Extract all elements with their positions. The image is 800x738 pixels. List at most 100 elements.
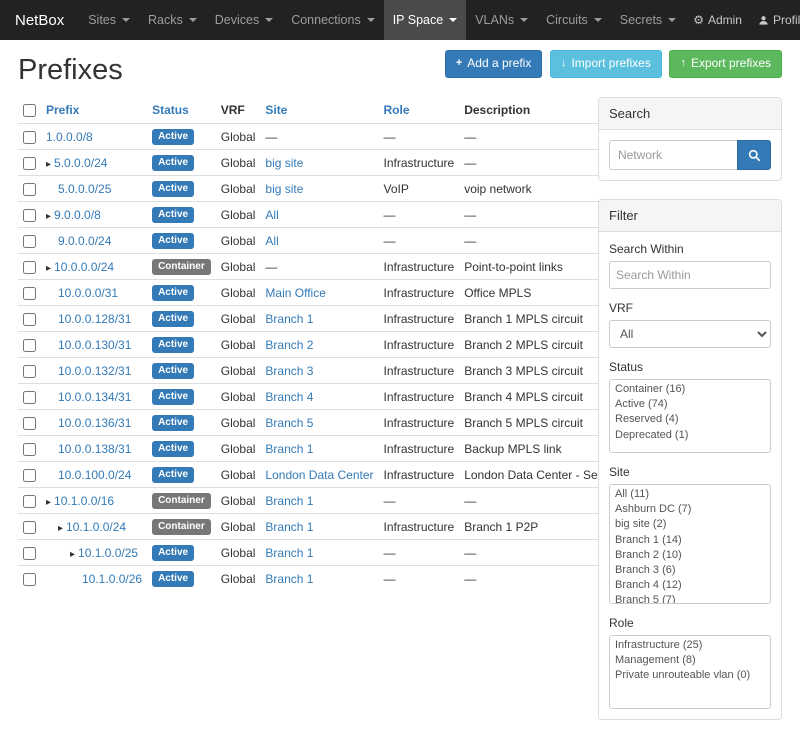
site-link[interactable]: Branch 1 — [265, 546, 313, 560]
prefix-link[interactable]: 10.0.100.0/24 — [58, 468, 131, 482]
row-checkbox[interactable] — [23, 495, 36, 508]
row-checkbox[interactable] — [23, 521, 36, 534]
row-checkbox[interactable] — [23, 469, 36, 482]
option-all-11-[interactable]: All (11) — [612, 487, 768, 502]
row-checkbox[interactable] — [23, 547, 36, 560]
option-ashburn-dc-7-[interactable]: Ashburn DC (7) — [612, 502, 768, 517]
expand-arrow-icon[interactable]: ▸ — [46, 211, 51, 222]
prefix-link[interactable]: 10.1.0.0/24 — [66, 520, 126, 534]
site-link[interactable]: All — [265, 234, 278, 248]
search-within-input[interactable] — [609, 261, 771, 289]
prefix-link[interactable]: 5.0.0.0/25 — [58, 182, 111, 196]
sort-link-prefix[interactable]: Prefix — [46, 103, 79, 117]
option-infrastructure-25-[interactable]: Infrastructure (25) — [612, 638, 768, 653]
expand-arrow-icon[interactable]: ▸ — [46, 497, 51, 508]
search-button[interactable] — [737, 140, 771, 170]
row-checkbox[interactable] — [23, 443, 36, 456]
row-checkbox[interactable] — [23, 157, 36, 170]
site-link[interactable]: Branch 1 — [265, 312, 313, 326]
row-checkbox[interactable] — [23, 131, 36, 144]
import-prefixes-button[interactable]: ↓ Import prefixes — [550, 50, 662, 78]
option-branch-3-6-[interactable]: Branch 3 (6) — [612, 563, 768, 578]
select-all-checkbox[interactable] — [23, 104, 36, 117]
sort-link-role[interactable]: Role — [384, 103, 410, 117]
row-checkbox[interactable] — [23, 209, 36, 222]
site-link[interactable]: Branch 1 — [265, 520, 313, 534]
column-header-site: Site — [260, 97, 378, 124]
role-multiselect[interactable]: Infrastructure (25)Management (8)Private… — [609, 635, 771, 709]
nav-item-devices[interactable]: Devices — [206, 0, 282, 40]
row-checkbox[interactable] — [23, 365, 36, 378]
site-multiselect[interactable]: All (11)Ashburn DC (7)big site (2)Branch… — [609, 484, 771, 604]
site-link[interactable]: Main Office — [265, 286, 325, 300]
prefix-link[interactable]: 10.1.0.0/16 — [54, 494, 114, 508]
site-link[interactable]: Branch 4 — [265, 390, 313, 404]
site-link[interactable]: Branch 5 — [265, 416, 313, 430]
search-input[interactable] — [609, 140, 737, 170]
app-logo[interactable]: NetBox — [0, 0, 79, 40]
prefix-link[interactable]: 1.0.0.0/8 — [46, 130, 93, 144]
vrf-select[interactable]: All — [609, 320, 771, 348]
row-checkbox[interactable] — [23, 287, 36, 300]
option-active-74-[interactable]: Active (74) — [612, 397, 768, 412]
prefix-link[interactable]: 10.0.0.138/31 — [58, 442, 131, 456]
expand-arrow-icon[interactable]: ▸ — [70, 549, 75, 560]
row-checkbox[interactable] — [23, 235, 36, 248]
site-link[interactable]: big site — [265, 182, 303, 196]
prefix-link[interactable]: 5.0.0.0/24 — [54, 156, 107, 170]
site-link[interactable]: Branch 1 — [265, 572, 313, 586]
prefix-link[interactable]: 10.0.0.134/31 — [58, 390, 131, 404]
option-big-site-2-[interactable]: big site (2) — [612, 517, 768, 532]
prefix-link[interactable]: 10.1.0.0/26 — [82, 572, 142, 586]
row-checkbox[interactable] — [23, 573, 36, 586]
option-container-16-[interactable]: Container (16) — [612, 382, 768, 397]
site-link[interactable]: Branch 3 — [265, 364, 313, 378]
nav-item-sites[interactable]: Sites — [79, 0, 139, 40]
row-checkbox[interactable] — [23, 391, 36, 404]
site-link[interactable]: London Data Center — [265, 468, 373, 482]
prefix-link[interactable]: 10.0.0.130/31 — [58, 338, 131, 352]
prefix-link[interactable]: 9.0.0.0/24 — [58, 234, 111, 248]
sort-link-status[interactable]: Status — [152, 103, 189, 117]
expand-arrow-icon[interactable]: ▸ — [46, 159, 51, 170]
row-checkbox[interactable] — [23, 339, 36, 352]
row-checkbox[interactable] — [23, 261, 36, 274]
prefix-link[interactable]: 10.0.0.132/31 — [58, 364, 131, 378]
site-link[interactable]: All — [265, 208, 278, 222]
option-branch-4-12-[interactable]: Branch 4 (12) — [612, 578, 768, 593]
export-prefixes-button[interactable]: ↑ Export prefixes — [669, 50, 782, 78]
site-link[interactable]: Branch 2 — [265, 338, 313, 352]
prefix-link[interactable]: 10.0.0.0/24 — [54, 260, 114, 274]
option-management-8-[interactable]: Management (8) — [612, 653, 768, 668]
add-prefix-button[interactable]: + Add a prefix — [445, 50, 542, 78]
prefix-link[interactable]: 10.0.0.0/31 — [58, 286, 118, 300]
nav-item-vlans[interactable]: VLANs — [466, 0, 537, 40]
nav-item-racks[interactable]: Racks — [139, 0, 206, 40]
prefix-link[interactable]: 10.1.0.0/25 — [78, 546, 138, 560]
nav-item-ip-space[interactable]: IP Space — [384, 0, 467, 40]
nav-item-secrets[interactable]: Secrets — [611, 0, 685, 40]
prefix-link[interactable]: 9.0.0.0/8 — [54, 208, 101, 222]
nav-item-connections[interactable]: Connections — [282, 0, 384, 40]
site-link[interactable]: big site — [265, 156, 303, 170]
option-private-unrouteable-vlan-0-[interactable]: Private unrouteable vlan (0) — [612, 668, 768, 683]
row-checkbox[interactable] — [23, 417, 36, 430]
prefix-link[interactable]: 10.0.0.136/31 — [58, 416, 131, 430]
option-branch-5-7-[interactable]: Branch 5 (7) — [612, 593, 768, 604]
user-nav-item-profile[interactable]: Profile — [750, 0, 800, 40]
expand-arrow-icon[interactable]: ▸ — [46, 263, 51, 274]
option-branch-1-14-[interactable]: Branch 1 (14) — [612, 533, 768, 548]
status-multiselect[interactable]: Container (16)Active (74)Reserved (4)Dep… — [609, 379, 771, 453]
nav-item-circuits[interactable]: Circuits — [537, 0, 611, 40]
user-nav-item-admin[interactable]: ⚙ Admin — [685, 0, 750, 40]
option-branch-2-10-[interactable]: Branch 2 (10) — [612, 548, 768, 563]
expand-arrow-icon[interactable]: ▸ — [58, 523, 63, 534]
sort-link-site[interactable]: Site — [265, 103, 287, 117]
prefix-link[interactable]: 10.0.0.128/31 — [58, 312, 131, 326]
site-link[interactable]: Branch 1 — [265, 494, 313, 508]
row-checkbox[interactable] — [23, 183, 36, 196]
option-reserved-4-[interactable]: Reserved (4) — [612, 412, 768, 427]
option-deprecated-1-[interactable]: Deprecated (1) — [612, 428, 768, 443]
site-link[interactable]: Branch 1 — [265, 442, 313, 456]
row-checkbox[interactable] — [23, 313, 36, 326]
